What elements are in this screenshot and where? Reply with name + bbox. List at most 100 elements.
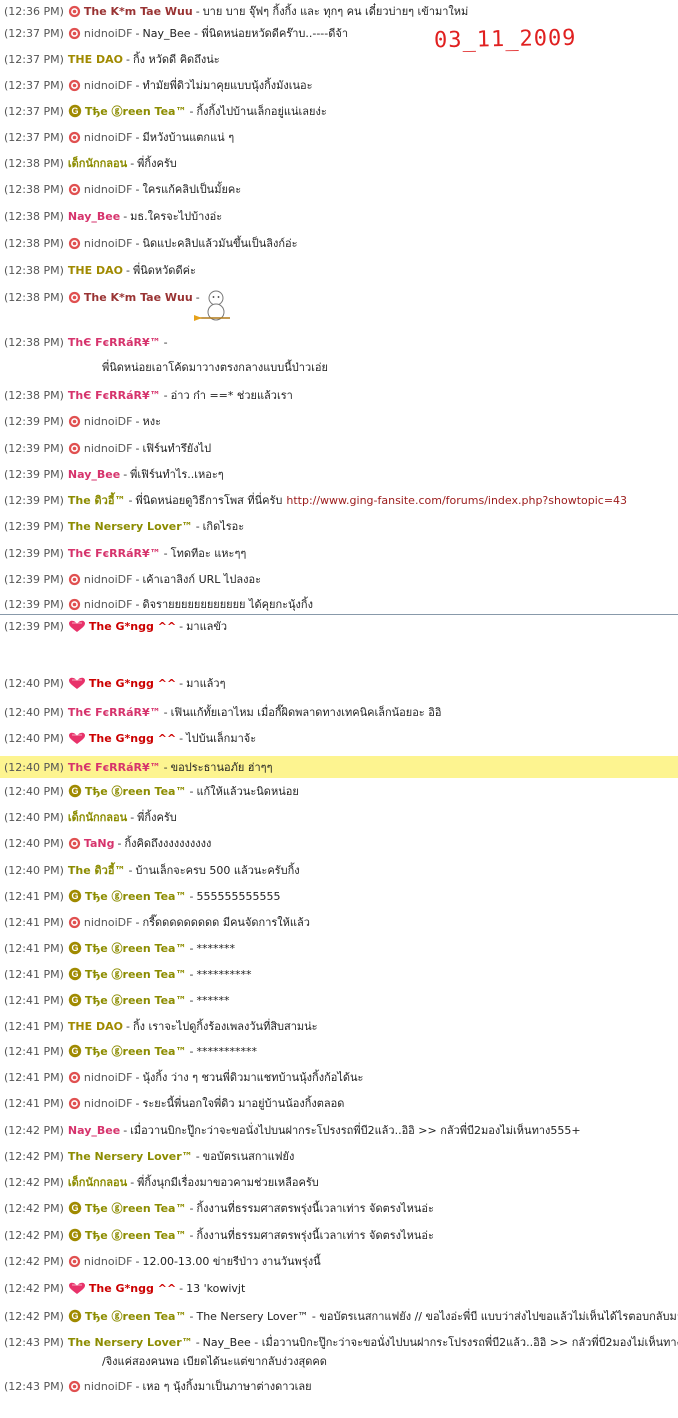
chat-message-row: (12:38 PM) nidnoiDF - ใครแก้คลิปเป็นมั้ยคะ xyxy=(0,178,678,200)
message-text: กิ้งคิดถึงงงงงงงงงง xyxy=(124,837,212,850)
message-timestamp: (12:38 PM) xyxy=(4,263,64,277)
message-text: พี่เฟิร์นทำไร..เหอะๆ xyxy=(130,468,224,481)
message-text: 12.00-13.00 ข่ายรีป่าว งานวันพรุ่งนี้ xyxy=(142,1255,321,1268)
badge-icon: G xyxy=(68,941,82,955)
message-link[interactable]: http://www.ging-fansite.com/forums/index… xyxy=(286,494,627,507)
chat-message-row: (12:38 PM) The K*m Tae Wuu - xyxy=(0,286,678,308)
chat-message-row: (12:37 PM) nidnoiDF - ทำมัยพี่ดิวไม่มาคุยแบ… xyxy=(0,74,678,96)
name-separator: - xyxy=(195,1335,200,1349)
chat-message-row: (12:38 PM) Nay_Bee - มธ.ใครจะไปบ้างอ่ะ xyxy=(0,205,678,227)
message-timestamp: (12:40 PM) xyxy=(4,731,64,745)
message-timestamp: (12:38 PM) xyxy=(4,182,64,196)
name-separator: - xyxy=(195,519,200,533)
chat-message-row: (12:40 PM) G Tђe ⓖreen Tea™ - แก้ให้แล้วนะนิ… xyxy=(0,780,678,802)
svg-text:G: G xyxy=(71,1311,78,1321)
sender-name: Tђe ⓖreen Tea™ xyxy=(84,1202,187,1215)
message-text: ทำมัยพี่ดิวไม่มาคุยแบบนุ้งกิ้งมังเนอะ xyxy=(142,79,313,92)
name-separator: - xyxy=(125,52,130,66)
name-separator: - xyxy=(135,78,140,92)
smile-icon xyxy=(68,916,81,929)
name-separator: - xyxy=(135,597,140,611)
message-timestamp: (12:41 PM) xyxy=(4,915,64,929)
badge-icon: G xyxy=(68,967,82,981)
chat-message-row: (12:42 PM) G Tђe ⓖreen Tea™ - กิ้งงานที่ธรรม… xyxy=(0,1197,678,1219)
name-separator: - xyxy=(135,441,140,455)
sender-name: Tђe ⓖreen Tea™ xyxy=(84,968,187,981)
message-timestamp: (12:40 PM) xyxy=(4,760,64,774)
sender-name: ThЄ FєRRáR¥™ xyxy=(67,760,161,774)
message-text: กิ้งงานที่ธรรมศาสตรพรุ่งนี้เวลาเท่าร จัด… xyxy=(196,1229,434,1242)
message-text: ระยะนี้พี่นอกใจพี่ดิว มาอยู่บ้านน้องกิ้ง… xyxy=(142,1097,345,1110)
name-separator: - xyxy=(189,1309,194,1323)
message-timestamp: (12:42 PM) xyxy=(4,1175,64,1189)
message-text: อ่าว ก๋า ==* ช่วยแล้วเรา xyxy=(170,389,293,402)
chat-message-row: (12:42 PM) The G*ngg ^^ -13 'kowivjt xyxy=(0,1277,678,1299)
name-separator: - xyxy=(189,889,194,903)
message-text: มีหวังบ้านแตกแน่ ๆ xyxy=(142,131,235,144)
message-text: หงะ xyxy=(142,415,161,428)
name-separator: - xyxy=(179,1281,184,1295)
message-timestamp: (12:39 PM) xyxy=(4,572,64,586)
message-text: ขอประธานอภัย ฮ่าๆๆ xyxy=(170,761,273,774)
chat-message-row: (12:39 PM) ThЄ FєRRáR¥™ - โทดทีอะ แหะๆๆ xyxy=(0,542,678,564)
message-continuation: /จิงแค่สองคนพอ เบียดได้นะแต่ขากลับง่วงสุ… xyxy=(102,1355,327,1368)
message-text: บาย บาย จุ๊ฟๆ กิ้งกิ้ง และ ทุกๆ คน เดี๋ย… xyxy=(202,5,469,18)
smile-icon xyxy=(68,237,81,250)
chat-message-row: (12:42 PM) G Tђe ⓖreen Tea™ - The Nersery Lo… xyxy=(0,1305,678,1327)
message-timestamp: (12:41 PM) xyxy=(4,1096,64,1110)
smile-icon xyxy=(68,415,81,428)
name-separator: - xyxy=(130,1175,135,1189)
heart-icon xyxy=(68,620,86,633)
chat-message-row: (12:37 PM) nidnoiDF - มีหวังบ้านแตกแน่ ๆ xyxy=(0,126,678,148)
chat-message-row: (12:41 PM) G Tђe ⓖreen Tea™ -555555555555 xyxy=(0,885,678,907)
sender-name: The G*ngg ^^ xyxy=(88,731,177,745)
message-timestamp: (12:42 PM) xyxy=(4,1309,64,1323)
message-text: เฟินแก้ทั้ยเอาไหม เมื่อกี๊ผิดพลาดทางเทคน… xyxy=(170,706,442,719)
sender-name: nidnoiDF xyxy=(83,78,133,92)
name-separator: - xyxy=(123,1123,128,1137)
message-text: นิดแปะคลิปแล้วมันขึ้นเป็นลิงก์อ่ะ xyxy=(142,237,298,250)
smile-icon xyxy=(68,291,81,304)
message-timestamp: (12:41 PM) xyxy=(4,1070,64,1084)
name-separator: - xyxy=(135,236,140,250)
name-separator: - xyxy=(189,941,194,955)
message-continuation: พี่นิดหน่อยเอาโค้ดมาวางตรงกลางแบบนี้ป่าว… xyxy=(102,361,328,374)
heart-icon xyxy=(68,732,86,745)
chat-message-row: (12:41 PM) G Tђe ⓖreen Tea™ - ****** xyxy=(0,989,678,1011)
message-text: The Nersery Lover™ - ขอบัตรเนสกาแฟยัง //… xyxy=(196,1310,678,1323)
badge-icon: G xyxy=(68,1309,82,1323)
message-timestamp: (12:40 PM) xyxy=(4,810,64,824)
smile-icon xyxy=(68,1071,81,1084)
message-timestamp: (12:41 PM) xyxy=(4,993,64,1007)
smile-icon xyxy=(68,79,81,92)
message-text: 555555555555 xyxy=(196,889,281,903)
chat-message-row: (12:39 PM) The ดิวอี้™ - พี่นิดหน่อยดูวิธีก… xyxy=(0,489,678,511)
chat-message-row: (12:40 PM) ThЄ FєRRáR¥™ - ขอประธานอภัย ฮ่าๆ… xyxy=(0,756,678,778)
badge-icon: G xyxy=(68,104,82,118)
smile-icon xyxy=(68,442,81,455)
name-separator: - xyxy=(189,104,194,118)
badge-icon: G xyxy=(68,993,82,1007)
name-separator: - xyxy=(179,731,184,745)
chat-message-row: (12:38 PM) เด็กนักกลอน - พี่กิ้งครับ xyxy=(0,152,678,174)
sender-name: THE DAO xyxy=(67,52,123,66)
sender-name: Tђe ⓖreen Tea™ xyxy=(84,105,187,118)
name-separator: - xyxy=(189,1228,194,1242)
chat-message-row: (12:42 PM) G Tђe ⓖreen Tea™ - กิ้งงานที่ธรรม… xyxy=(0,1224,678,1246)
message-timestamp: (12:38 PM) xyxy=(4,156,64,170)
name-separator: - xyxy=(189,967,194,981)
name-separator: - xyxy=(189,784,194,798)
message-timestamp: (12:37 PM) xyxy=(4,52,64,66)
svg-text:G: G xyxy=(71,995,78,1005)
chat-message-row: (12:39 PM) nidnoiDF - ดิจรายยยยยยยยยยยย ได้… xyxy=(0,593,678,615)
chat-message-row: (12:40 PM) ThЄ FєRRáR¥™ - เฟินแก้ทั้ยเอาไหม… xyxy=(0,701,678,723)
svg-text:G: G xyxy=(71,1203,78,1213)
badge-icon: G xyxy=(68,1201,82,1215)
message-text: มาแล้วๆ xyxy=(186,677,226,690)
message-text: กิ้งงานที่ธรรมศาสตรพรุ่งนี้เวลาเท่าร จัด… xyxy=(196,1202,434,1215)
message-timestamp: (12:39 PM) xyxy=(4,414,64,428)
chat-message-row: (12:37 PM) G Tђe ⓖreen Tea™ - กิ้งกิ้งไปบ้าน… xyxy=(0,100,678,122)
message-timestamp: (12:39 PM) xyxy=(4,546,64,560)
sender-name: ThЄ FєRRáR¥™ xyxy=(67,705,161,719)
chat-message-row: (12:42 PM) The Nersery Lover™ - ขอบัตรเนสกา… xyxy=(0,1145,678,1167)
